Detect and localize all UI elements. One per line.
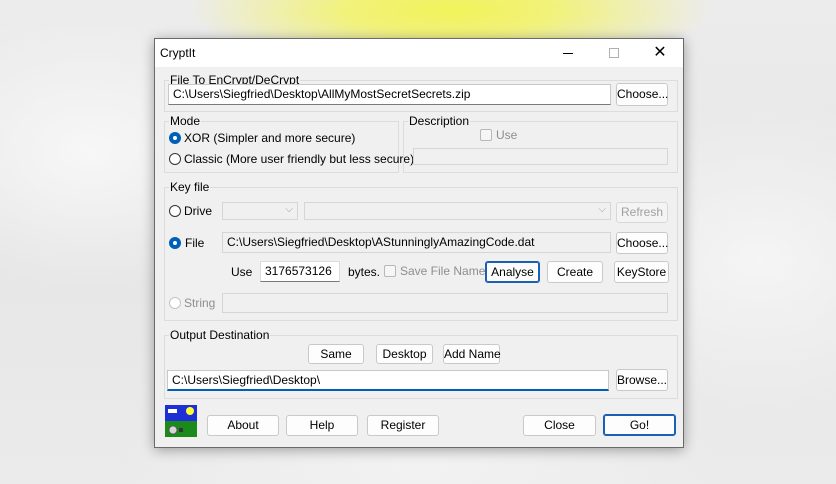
minimize-icon [563,52,573,54]
mode-xor-label[interactable]: XOR (Simpler and more secure) [184,131,355,145]
keyfile-use-label: Use [231,265,253,279]
title-bar[interactable]: CryptIt ✕ [155,39,683,67]
chevron-down-icon: ⌵ [285,204,293,215]
file-choose-button[interactable]: Choose... [616,83,668,106]
output-path-input[interactable]: C:\Users\Siegfried\Desktop\ [167,370,609,391]
description-group: Description [403,114,678,173]
close-window-button[interactable]: ✕ [637,39,683,67]
analyse-button[interactable]: Analyse [485,261,540,283]
description-use-label: Use [496,128,518,142]
drive-select: ⌵ [222,202,298,220]
cryptit-window: CryptIt ✕ File To EnCrypt/DeCrypt C:\Use… [154,38,684,448]
output-group-label: Output Destination [169,328,271,342]
keyfile-path-input: C:\Users\Siegfried\Desktop\AStunninglyAm… [222,232,611,253]
create-button[interactable]: Create [547,261,603,283]
bytes-label: bytes. [348,265,381,279]
register-button[interactable]: Register [367,415,439,436]
chevron-down-icon: ⌵ [598,204,606,215]
close-button[interactable]: Close [523,415,596,436]
bytes-input[interactable]: 3176573126 [260,261,340,282]
keyfile-string-input [222,293,668,313]
mode-classic-label[interactable]: Classic (More user friendly but less sec… [184,152,414,166]
file-path-input[interactable]: C:\Users\Siegfried\Desktop\AllMyMostSecr… [168,84,611,105]
description-group-label: Description [408,114,471,128]
close-icon: ✕ [653,44,667,61]
window-title: CryptIt [160,46,196,60]
save-file-name-label: Save File Name [400,264,486,278]
about-button[interactable]: About [207,415,279,436]
keystore-button[interactable]: KeyStore [614,261,669,283]
output-desktop-button[interactable]: Desktop [376,344,433,364]
keyfile-choose-button[interactable]: Choose... [616,232,668,254]
go-button[interactable]: Go! [603,414,676,436]
keyfile-file-radio[interactable] [169,237,181,249]
help-button[interactable]: Help [286,415,358,436]
keyfile-group-label: Key file [169,180,211,194]
keyfile-drive-radio[interactable] [169,205,181,217]
folder-select: ⌵ [304,202,611,220]
description-use-checkbox[interactable] [480,129,492,141]
mode-group-label: Mode [169,114,202,128]
keyfile-drive-label[interactable]: Drive [184,204,212,218]
minimize-button[interactable] [545,39,591,67]
mode-xor-radio[interactable] [169,132,181,144]
keyfile-string-label: String [184,296,216,310]
output-browse-button[interactable]: Browse... [616,369,668,391]
maximize-icon [609,48,619,58]
keyfile-string-radio[interactable] [169,297,181,309]
landscape-logo-icon [165,405,197,437]
mode-classic-radio[interactable] [169,153,181,165]
output-same-button[interactable]: Same [308,344,364,364]
maximize-button [591,39,637,67]
refresh-button: Refresh [616,202,668,223]
save-file-name-checkbox[interactable] [384,265,396,277]
description-input [413,148,668,165]
keyfile-file-label[interactable]: File [185,236,204,250]
output-add-name-button[interactable]: Add Name [443,344,501,364]
